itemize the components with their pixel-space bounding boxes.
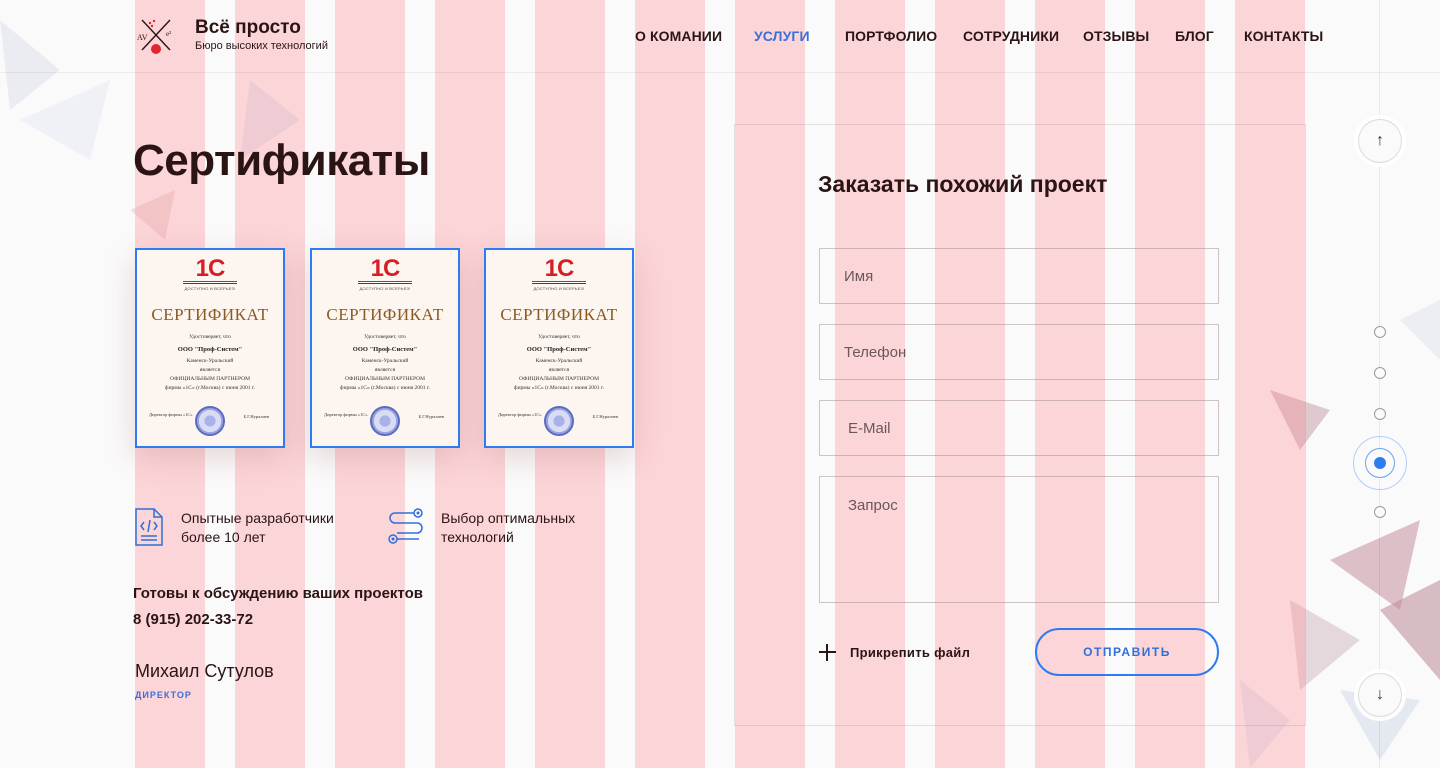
submit-button[interactable]: ОТПРАВИТЬ — [1035, 628, 1219, 676]
certificate-heading: СЕРТИФИКАТ — [500, 305, 618, 324]
section-dot-1[interactable] — [1374, 326, 1386, 338]
certificate-tagline: ДОСТУПНО И ВСЕРЬЕЗ! — [533, 286, 585, 291]
section-dot-5[interactable] — [1374, 506, 1386, 518]
grid-stripe — [635, 0, 705, 768]
feature-text-line: Выбор оптимальных — [441, 510, 576, 526]
feature-text-line: более 10 лет — [181, 529, 266, 545]
certificate-company: ООО "Проф-Систем" — [177, 346, 243, 353]
certificate-line: фирмы «1С» (г.Москва) с июня 2001 г. — [165, 385, 255, 391]
section-dot-2[interactable] — [1374, 367, 1386, 379]
seal-icon — [195, 406, 225, 436]
certificate-city: Каменск-Уральский — [535, 358, 583, 364]
header-divider — [0, 72, 1440, 73]
certificate-company: ООО "Проф-Систем" — [526, 346, 592, 353]
certificate-city: Каменск-Уральский — [186, 358, 234, 364]
certificate-company: ООО "Проф-Систем" — [352, 346, 418, 353]
scroll-down-button[interactable]: ↓ — [1358, 673, 1402, 717]
certificate-status: ОФИЦИАЛЬНЫМ ПАРТНЕРОМ — [345, 376, 425, 382]
feature-text-line: Опытные разработчики — [181, 510, 334, 526]
certificate-signer-role: Директор фирмы «1С» — [498, 412, 542, 417]
nav-item-blog[interactable]: БЛОГ — [1175, 28, 1214, 44]
certificate-thumbnail[interactable]: 1С ДОСТУПНО И ВСЕРЬЕЗ! СЕРТИФИКАТ Удосто… — [135, 248, 285, 448]
certificate-thumbnail[interactable]: 1С ДОСТУПНО И ВСЕРЬЕЗ! СЕРТИФИКАТ Удосто… — [310, 248, 460, 448]
certificate-tagline: ДОСТУПНО И ВСЕРЬЕЗ! — [184, 286, 236, 291]
certificate-heading: СЕРТИФИКАТ — [151, 305, 269, 324]
phone-link[interactable]: 8 (915) 202-33-72 — [133, 611, 253, 628]
onec-logo: 1С — [370, 255, 401, 282]
arrow-down-icon: ↓ — [1376, 686, 1384, 703]
certificate-line: Удостоверяет, что — [364, 334, 406, 340]
ready-to-discuss-text: Готовы к обсуждению ваших проектов — [133, 585, 423, 602]
person-role: ДИРЕКТОР — [135, 690, 192, 700]
section-dot-4-active[interactable] — [1374, 457, 1386, 469]
certificate-line: Удостоверяет, что — [189, 334, 231, 340]
seal-icon — [544, 406, 574, 436]
section-dot-3[interactable] — [1374, 408, 1386, 420]
onec-logo: 1С — [544, 255, 575, 282]
certificate-line: фирмы «1С» (г.Москва) с июня 2001 г. — [340, 385, 430, 391]
arrow-up-icon: ↑ — [1376, 132, 1384, 149]
connections-icon — [387, 508, 425, 546]
feature-technologies: Выбор оптимальных технологий — [441, 509, 611, 547]
seal-icon — [370, 406, 400, 436]
feature-experience: Опытные разработчики более 10 лет — [181, 509, 351, 547]
email-field[interactable] — [819, 400, 1219, 456]
certificate-signer-role: Директор фирмы «1С» — [324, 412, 368, 417]
form-title: Заказать похожий проект — [818, 171, 1108, 197]
name-field[interactable] — [819, 248, 1219, 304]
certificate-status: ОФИЦИАЛЬНЫМ ПАРТНЕРОМ — [170, 376, 250, 382]
certificate-signer-role: Директор фирмы «1С» — [149, 412, 193, 417]
phone-field[interactable] — [819, 324, 1219, 380]
certificate-signer-name: Б.Г.Нуралиев — [243, 414, 270, 419]
feature-text-line: технологий — [441, 529, 514, 545]
certificate-heading: СЕРТИФИКАТ — [326, 305, 444, 324]
nav-item-contacts[interactable]: КОНТАКТЫ — [1244, 28, 1323, 44]
nav-item-employees[interactable]: СОТРУДНИКИ — [963, 28, 1059, 44]
certificate-city: Каменск-Уральский — [361, 358, 409, 364]
certificate-line: является — [199, 367, 221, 373]
certificate-line: является — [374, 367, 396, 373]
certificate-thumbnail[interactable]: 1С ДОСТУПНО И ВСЕРЬЕЗ! СЕРТИФИКАТ Удосто… — [484, 248, 634, 448]
nav-item-portfolio[interactable]: ПОРТФОЛИО — [845, 28, 937, 44]
nav-item-about[interactable]: О КОМАНИИ — [635, 28, 722, 44]
certificate-line: фирмы «1С» (г.Москва) с июня 2001 г. — [514, 385, 604, 391]
certificate-signer-name: Б.Г.Нуралиев — [418, 414, 445, 419]
certificate-signer-name: Б.Г.Нуралиев — [592, 414, 619, 419]
onec-logo: 1С — [195, 255, 226, 282]
scroll-up-button[interactable]: ↑ — [1358, 119, 1402, 163]
nav-item-services[interactable]: УСЛУГИ — [754, 28, 810, 44]
certificate-line: является — [548, 367, 570, 373]
plus-icon — [819, 643, 836, 661]
attach-file-label: Прикрепить файл — [850, 644, 971, 660]
main-nav: О КОМАНИИ УСЛУГИ ПОРТФОЛИО СОТРУДНИКИ ОТ… — [0, 28, 1440, 48]
nav-item-reviews[interactable]: ОТЗЫВЫ — [1083, 28, 1149, 44]
certificate-line: Удостоверяет, что — [538, 334, 580, 340]
attach-file-button[interactable]: Прикрепить файл — [819, 642, 970, 662]
certificate-status: ОФИЦИАЛЬНЫМ ПАРТНЕРОМ — [519, 376, 599, 382]
page-title: Сертификаты — [133, 136, 430, 185]
person-name: Михаил Сутулов — [135, 661, 274, 681]
code-document-icon — [134, 508, 164, 546]
request-field[interactable] — [819, 476, 1219, 603]
side-nav-line — [1379, 0, 1380, 768]
certificate-tagline: ДОСТУПНО И ВСЕРЬЕЗ! — [359, 286, 411, 291]
